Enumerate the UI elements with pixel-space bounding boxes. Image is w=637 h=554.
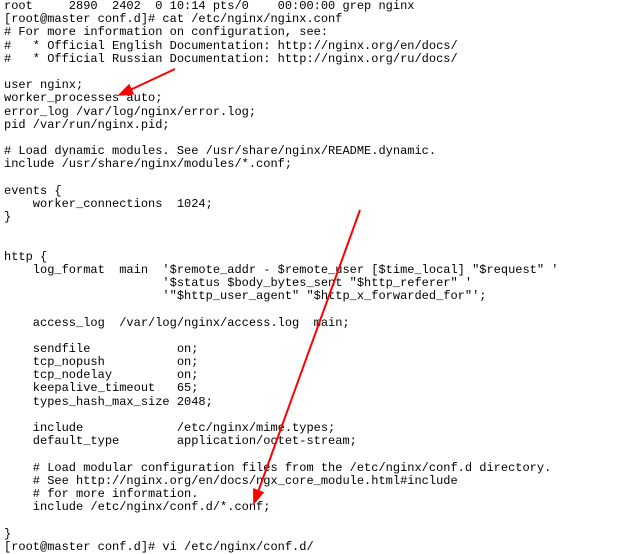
terminal-output: root 2890 2402 0 10:14 pts/0 00:00:00 gr…: [0, 0, 637, 554]
terminal-text: root 2890 2402 0 10:14 pts/0 00:00:00 gr…: [4, 0, 637, 554]
